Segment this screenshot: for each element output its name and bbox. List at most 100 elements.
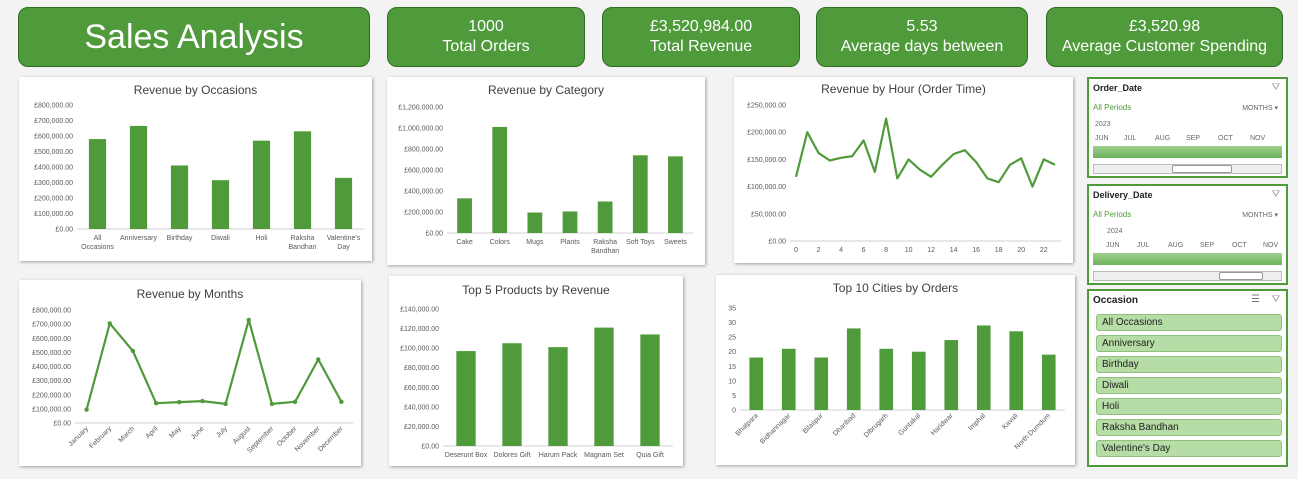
clear-filter-icon[interactable]: ⛛ (1272, 294, 1280, 305)
slicer-item[interactable]: Diwali (1096, 377, 1282, 394)
data-point[interactable] (339, 399, 344, 405)
y-tick-label: £150,000.00 (747, 157, 786, 164)
y-tick-label: £500,000.00 (32, 350, 71, 357)
slicer-item[interactable]: Valentine's Day (1096, 440, 1282, 457)
y-tick-label: £20,000.00 (404, 424, 439, 431)
x-tick-label: 2 (817, 247, 821, 254)
bar[interactable] (1009, 331, 1024, 410)
chart-title: Revenue by Months (137, 287, 244, 301)
bar[interactable] (492, 126, 508, 233)
bar[interactable] (846, 328, 861, 410)
time-level-dropdown[interactable]: MONTHS ▾ (1242, 104, 1278, 112)
kpi-total-orders: 1000 Total Orders (387, 7, 585, 67)
data-point[interactable] (177, 399, 182, 405)
data-point[interactable] (107, 321, 112, 326)
data-point[interactable] (316, 357, 321, 362)
slicer-item[interactable]: All Occasions (1096, 314, 1282, 331)
bar[interactable] (976, 325, 991, 410)
bar[interactable] (457, 198, 472, 233)
clear-filter-icon[interactable]: ⛛ (1272, 82, 1280, 93)
bar[interactable] (293, 131, 312, 229)
chart-revenue-by-months[interactable]: Revenue by Months £0.00 £100,000.00 £200,00… (19, 280, 361, 466)
x-tick-label: July (215, 425, 229, 439)
data-point[interactable] (153, 401, 159, 406)
slicer-title: Occasion (1093, 295, 1139, 306)
bar[interactable] (597, 201, 613, 234)
occasion-slicer[interactable]: Occasion ☰ ⛛ All Occasions Anniversary B… (1087, 289, 1288, 467)
period-label: All Periods (1093, 210, 1132, 219)
bar[interactable] (456, 351, 476, 446)
x-tick-label: Quia Gift (636, 452, 664, 459)
bar[interactable] (911, 351, 926, 410)
data-point[interactable] (246, 317, 251, 323)
y-tick-label: £1,000,000.00 (398, 126, 443, 133)
data-point[interactable] (292, 399, 298, 405)
bar[interactable] (170, 165, 189, 229)
y-tick-label: £60,000.00 (404, 385, 439, 392)
bar[interactable] (252, 140, 271, 229)
x-tick-label: Magnam Set (584, 452, 624, 459)
year-label: 2024 (1107, 228, 1123, 235)
x-tick-label: Kavali (1001, 412, 1020, 431)
data-point[interactable] (269, 401, 275, 407)
delivery-date-timeline-slicer[interactable]: Delivery_Date ⛛ All Periods MONTHS ▾ 202… (1087, 184, 1288, 285)
data-point[interactable] (130, 348, 136, 354)
timeline-selection-bar[interactable] (1093, 253, 1282, 265)
bar[interactable] (548, 347, 568, 446)
x-tick-label: 22 (1040, 247, 1048, 254)
order-date-timeline-slicer[interactable]: Order_Date ⛛ All Periods MONTHS ▾ 2023 J… (1087, 77, 1288, 178)
slicer-item[interactable]: Raksha Bandhan (1096, 419, 1282, 436)
y-tick-label: £300,000.00 (34, 180, 73, 187)
bar[interactable] (527, 212, 543, 233)
chart-top-5-products[interactable]: Top 5 Products by Revenue £0.00 £20,000.00… (389, 276, 683, 466)
chart-revenue-by-occasions[interactable]: Revenue by Occasions £0.00 £100,000.00 £200… (19, 77, 372, 261)
bar[interactable] (1041, 354, 1056, 410)
time-level-dropdown[interactable]: MONTHS ▾ (1242, 211, 1278, 219)
month-label: NOV (1250, 135, 1266, 142)
timeline-scrollbar[interactable] (1093, 164, 1282, 174)
y-tick-label: 35 (728, 306, 736, 313)
kpi-value: £3,520,984.00 (649, 18, 753, 35)
x-tick-label: Mugs (526, 239, 544, 246)
y-tick-label: 5 (732, 393, 736, 400)
x-tick-label: 0 (794, 247, 798, 254)
data-point[interactable] (84, 407, 89, 412)
chart-revenue-by-category[interactable]: Revenue by Category £0.00 £200,000.00 £400,… (387, 77, 705, 265)
bar[interactable] (668, 156, 683, 233)
data-point[interactable] (200, 398, 205, 404)
bar[interactable] (749, 357, 764, 410)
bar[interactable] (781, 348, 796, 410)
x-tick-label: Guntakal (897, 412, 922, 437)
bar[interactable] (88, 139, 107, 229)
bar[interactable] (814, 357, 829, 410)
bar[interactable] (632, 155, 648, 233)
dashboard-title-box: Sales Analysis (18, 7, 370, 67)
chart-revenue-by-hour[interactable]: Revenue by Hour (Order Time) £0.00 £50,000… (734, 77, 1073, 263)
bar[interactable] (879, 348, 894, 410)
bar[interactable] (211, 180, 230, 229)
series-line[interactable] (794, 117, 1056, 188)
multi-select-icon[interactable]: ☰ (1251, 294, 1260, 305)
slicer-title: Order_Date (1093, 83, 1143, 93)
bar[interactable] (562, 211, 578, 233)
slicer-item[interactable]: Anniversary (1096, 335, 1282, 352)
x-tick-label: December (317, 425, 345, 453)
timeline-scrollbar[interactable] (1093, 271, 1282, 281)
data-point[interactable] (223, 401, 228, 407)
bar[interactable] (944, 340, 959, 410)
scrollbar-thumb[interactable] (1219, 272, 1263, 280)
chart-top-10-cities[interactable]: Top 10 Cities by Orders 0 5 10 15 20 25 30 35 Bha… (716, 275, 1075, 465)
bar[interactable] (129, 125, 148, 229)
scrollbar-thumb[interactable] (1172, 165, 1232, 173)
clear-filter-icon[interactable]: ⛛ (1272, 189, 1280, 200)
x-tick-label: Harum Pack (539, 452, 578, 459)
bar[interactable] (502, 343, 522, 446)
bar[interactable] (594, 327, 614, 446)
slicer-item[interactable]: Holi (1096, 398, 1282, 415)
bar[interactable] (640, 334, 660, 446)
series-line[interactable] (85, 318, 343, 410)
x-tick-label: 12 (927, 247, 935, 254)
bar[interactable] (334, 177, 353, 229)
slicer-item[interactable]: Birthday (1096, 356, 1282, 373)
timeline-selection-bar[interactable] (1093, 146, 1282, 158)
